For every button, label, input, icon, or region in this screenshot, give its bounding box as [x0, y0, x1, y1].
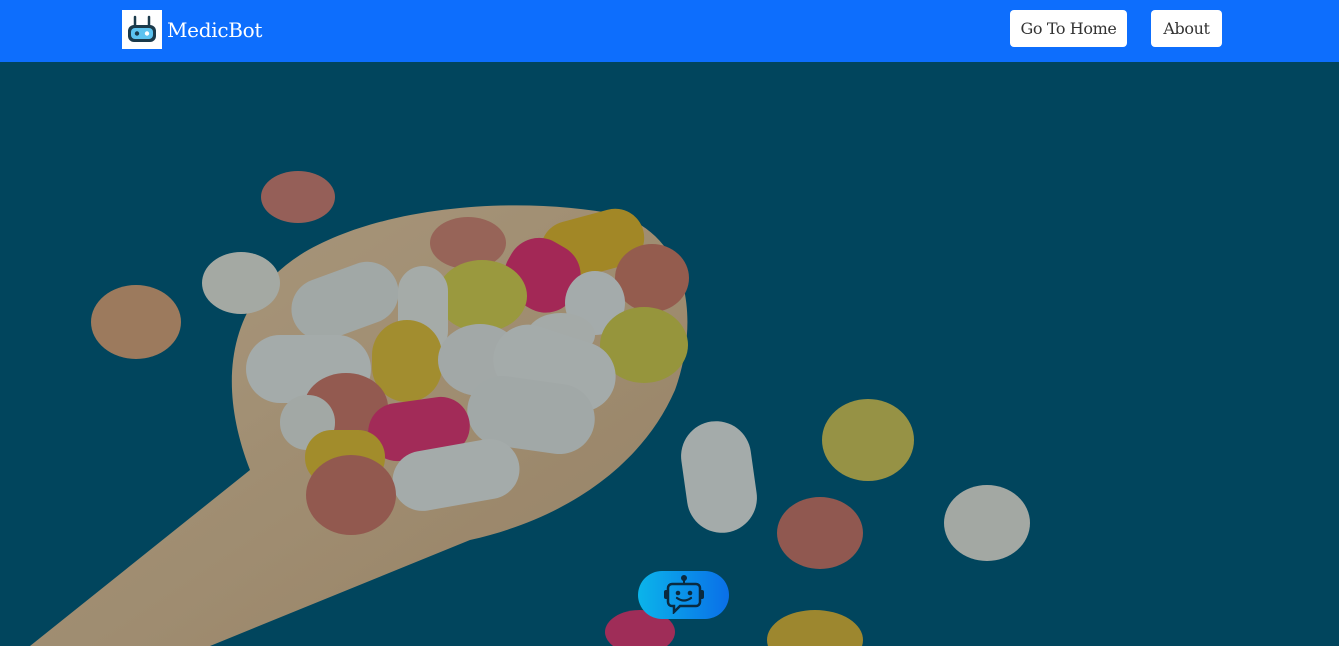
hero-background-image [0, 62, 1339, 646]
robot-logo-icon [122, 10, 162, 49]
brand-link[interactable]: MedicBot [122, 10, 262, 49]
go-to-home-button[interactable]: Go To Home [1010, 10, 1127, 47]
about-button[interactable]: About [1151, 10, 1222, 47]
chatbot-launcher-button[interactable] [638, 571, 729, 619]
brand-name: MedicBot [167, 17, 263, 42]
navbar: MedicBot Go To Home About [0, 0, 1339, 62]
chatbot-icon [662, 574, 706, 617]
